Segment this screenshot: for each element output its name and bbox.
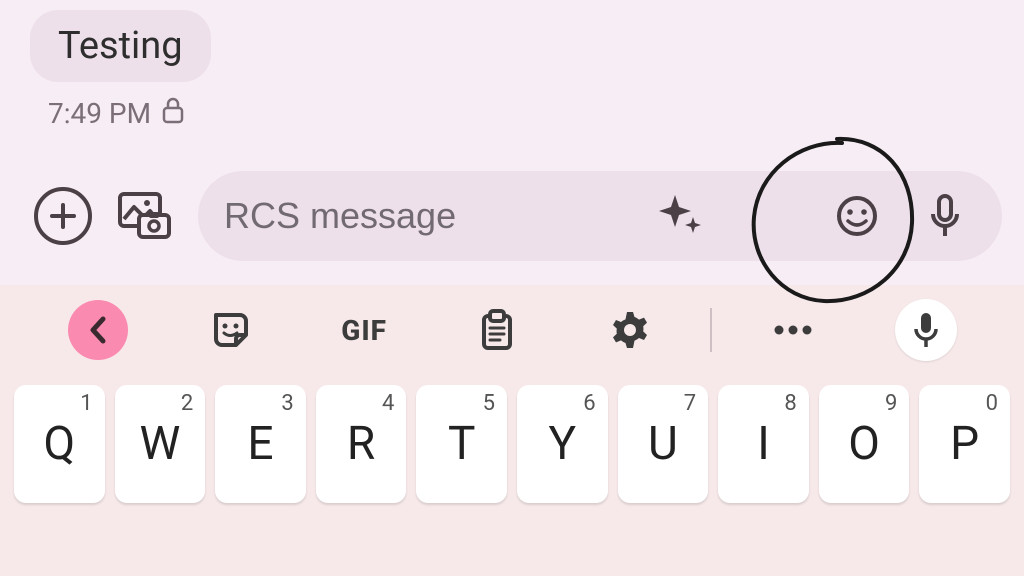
compose-field[interactable] bbox=[198, 171, 1002, 261]
settings-button[interactable] bbox=[563, 308, 696, 352]
key-w[interactable]: 2W bbox=[115, 385, 206, 503]
keyboard: GIF bbox=[0, 285, 1024, 576]
key-o[interactable]: 9O bbox=[819, 385, 910, 503]
key-letter: W bbox=[139, 417, 180, 471]
lock-icon bbox=[161, 96, 185, 131]
message-bubble[interactable]: Testing bbox=[30, 10, 211, 82]
key-q[interactable]: 1Q bbox=[14, 385, 105, 503]
key-e[interactable]: 3E bbox=[215, 385, 306, 503]
key-sup: 4 bbox=[382, 391, 394, 416]
key-letter: I bbox=[757, 417, 770, 471]
key-sup: 3 bbox=[281, 391, 293, 416]
key-letter: T bbox=[448, 417, 475, 471]
key-i[interactable]: 8I bbox=[718, 385, 809, 503]
key-sup: 8 bbox=[784, 391, 796, 416]
key-sup: 7 bbox=[684, 391, 696, 416]
gif-button[interactable]: GIF bbox=[298, 314, 431, 347]
message-meta: 7:49 PM bbox=[48, 96, 1004, 131]
key-sup: 1 bbox=[80, 391, 92, 416]
key-sup: 0 bbox=[986, 391, 998, 416]
message-time: 7:49 PM bbox=[48, 97, 151, 130]
key-letter: Q bbox=[43, 417, 75, 471]
clipboard-button[interactable] bbox=[431, 308, 564, 352]
key-sup: 2 bbox=[181, 391, 193, 416]
key-letter: R bbox=[347, 417, 375, 471]
add-button[interactable] bbox=[34, 187, 92, 245]
key-r[interactable]: 4R bbox=[316, 385, 407, 503]
key-u[interactable]: 7U bbox=[618, 385, 709, 503]
key-sup: 9 bbox=[885, 391, 897, 416]
sticker-button[interactable] bbox=[165, 309, 298, 351]
key-sup: 5 bbox=[483, 391, 495, 416]
keyboard-row: 1Q2W3E4R5T6Y7U8I9O0P bbox=[0, 375, 1024, 519]
keyboard-toolbar: GIF bbox=[0, 285, 1024, 375]
key-sup: 6 bbox=[583, 391, 595, 416]
key-t[interactable]: 5T bbox=[416, 385, 507, 503]
key-letter: E bbox=[247, 417, 273, 471]
keyboard-collapse-button[interactable] bbox=[68, 300, 128, 360]
key-letter: O bbox=[848, 417, 880, 471]
emoji-icon[interactable] bbox=[826, 185, 888, 247]
message-text: Testing bbox=[58, 24, 183, 68]
key-letter: U bbox=[648, 417, 678, 471]
more-button[interactable] bbox=[726, 323, 859, 337]
mic-icon[interactable] bbox=[914, 185, 976, 247]
gallery-button[interactable] bbox=[114, 185, 176, 247]
toolbar-divider bbox=[710, 308, 712, 352]
message-input[interactable] bbox=[224, 195, 534, 237]
key-letter: P bbox=[950, 417, 979, 471]
key-p[interactable]: 0P bbox=[919, 385, 1010, 503]
voice-input-button[interactable] bbox=[895, 299, 957, 361]
key-y[interactable]: 6Y bbox=[517, 385, 608, 503]
key-letter: Y bbox=[548, 417, 576, 471]
sparkle-icon[interactable] bbox=[649, 185, 711, 247]
